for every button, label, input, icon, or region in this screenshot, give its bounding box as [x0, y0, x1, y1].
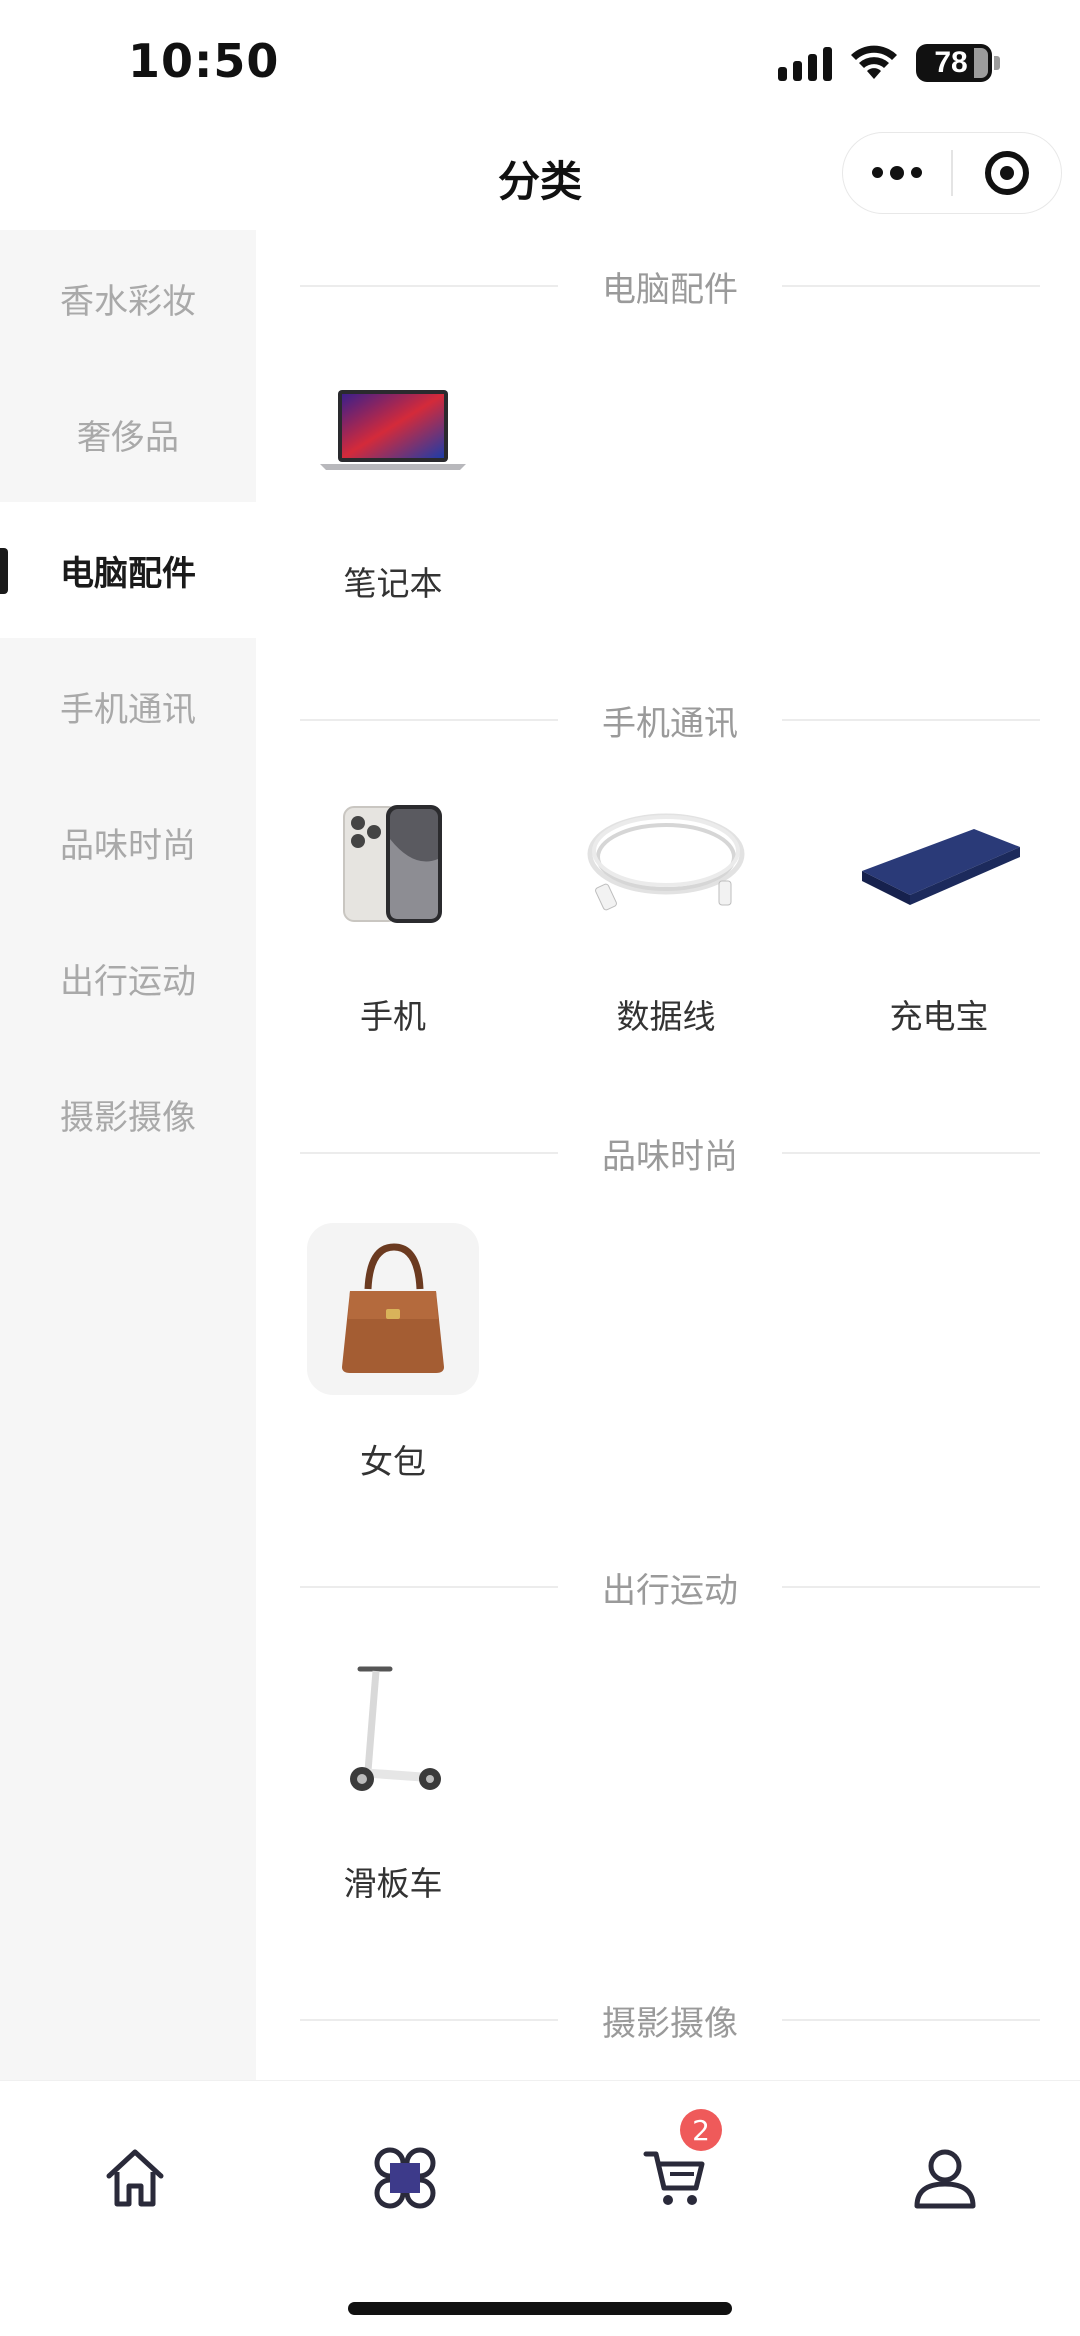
sidebar-item-label: 奢侈品	[77, 417, 179, 458]
user-icon	[914, 2149, 976, 2209]
tab-category[interactable]	[360, 2133, 450, 2223]
section-header: 出行运动	[300, 1557, 1040, 1617]
sidebar-item-perfume-makeup[interactable]: 香水彩妆	[0, 230, 256, 366]
cart-badge: 2	[680, 2109, 722, 2151]
category-content[interactable]: 电脑配件 笔记本 手机通讯 手机 数据线 充电宝 品味时尚 女包 出行运动 滑板…	[256, 230, 1080, 2080]
product-item[interactable]: 充电宝	[839, 778, 1039, 1038]
sidebar-item-sports[interactable]: 出行运动	[0, 910, 256, 1046]
sidebar-item-label: 出行运动	[60, 961, 196, 1002]
section-header: 电脑配件	[300, 256, 1040, 316]
product-item[interactable]: 女包	[293, 1223, 493, 1483]
product-name: 数据线	[616, 997, 716, 1036]
product-name: 滑板车	[343, 1864, 443, 1903]
laptop-icon	[307, 345, 479, 517]
battery-icon: 78	[916, 44, 992, 82]
sidebar-item-label: 香水彩妆	[60, 281, 196, 322]
more-button[interactable]	[843, 133, 951, 213]
product-name: 充电宝	[889, 997, 989, 1036]
tab-cart[interactable]: 2	[630, 2109, 722, 2223]
target-icon	[985, 151, 1029, 195]
mini-program-capsule	[842, 132, 1062, 214]
status-time: 10:50	[128, 34, 280, 88]
product-item[interactable]: 滑板车	[293, 1645, 493, 1905]
category-sidebar: 香水彩妆 奢侈品 电脑配件 手机通讯 品味时尚 出行运动 摄影摄像	[0, 230, 256, 2080]
section-title: 品味时尚	[602, 1136, 738, 1177]
tab-profile[interactable]	[900, 2133, 990, 2223]
status-icons: 78	[778, 44, 1000, 82]
cellular-signal-icon	[778, 45, 832, 81]
product-name: 手机	[360, 997, 426, 1036]
sidebar-item-label: 手机通讯	[60, 689, 196, 730]
sidebar-item-fashion[interactable]: 品味时尚	[0, 774, 256, 910]
battery-level: 78	[934, 46, 968, 79]
section-title: 电脑配件	[602, 269, 738, 310]
section-header: 摄影摄像	[300, 1990, 1040, 2050]
power-bank-icon	[853, 778, 1025, 950]
phone-icon	[307, 778, 479, 950]
category-icon	[374, 2147, 436, 2209]
product-item[interactable]: 笔记本	[293, 345, 493, 605]
home-icon	[106, 2149, 164, 2207]
sidebar-item-computer-accessories[interactable]: 电脑配件	[0, 502, 256, 638]
cart-icon	[643, 2151, 705, 2205]
status-bar: 10:50 78	[0, 0, 1080, 120]
bottom-tab-bar: 2	[0, 2080, 1080, 2336]
cable-icon	[580, 778, 752, 950]
nav-bar: 分类	[0, 120, 1080, 230]
section-header: 手机通讯	[300, 690, 1040, 750]
section-title: 出行运动	[602, 1570, 738, 1611]
more-dots-icon	[872, 165, 922, 180]
scooter-icon	[307, 1645, 479, 1817]
product-name: 女包	[360, 1442, 426, 1481]
sidebar-item-label: 电脑配件	[60, 553, 196, 594]
home-indicator[interactable]	[348, 2302, 732, 2315]
sidebar-item-luxury[interactable]: 奢侈品	[0, 366, 256, 502]
product-item[interactable]: 手机	[293, 778, 493, 1038]
product-item[interactable]: 数据线	[566, 778, 766, 1038]
product-name: 笔记本	[343, 564, 443, 603]
section-header: 品味时尚	[300, 1123, 1040, 1183]
section-title: 手机通讯	[602, 703, 738, 744]
sidebar-item-photography[interactable]: 摄影摄像	[0, 1046, 256, 1182]
close-mini-program-button[interactable]	[953, 133, 1061, 213]
sidebar-item-label: 品味时尚	[60, 825, 196, 866]
sidebar-item-mobile[interactable]: 手机通讯	[0, 638, 256, 774]
wifi-icon	[850, 45, 898, 81]
sidebar-item-label: 摄影摄像	[60, 1097, 196, 1138]
handbag-icon	[307, 1223, 479, 1395]
tab-home[interactable]	[90, 2133, 180, 2223]
section-title: 摄影摄像	[602, 2003, 738, 2044]
